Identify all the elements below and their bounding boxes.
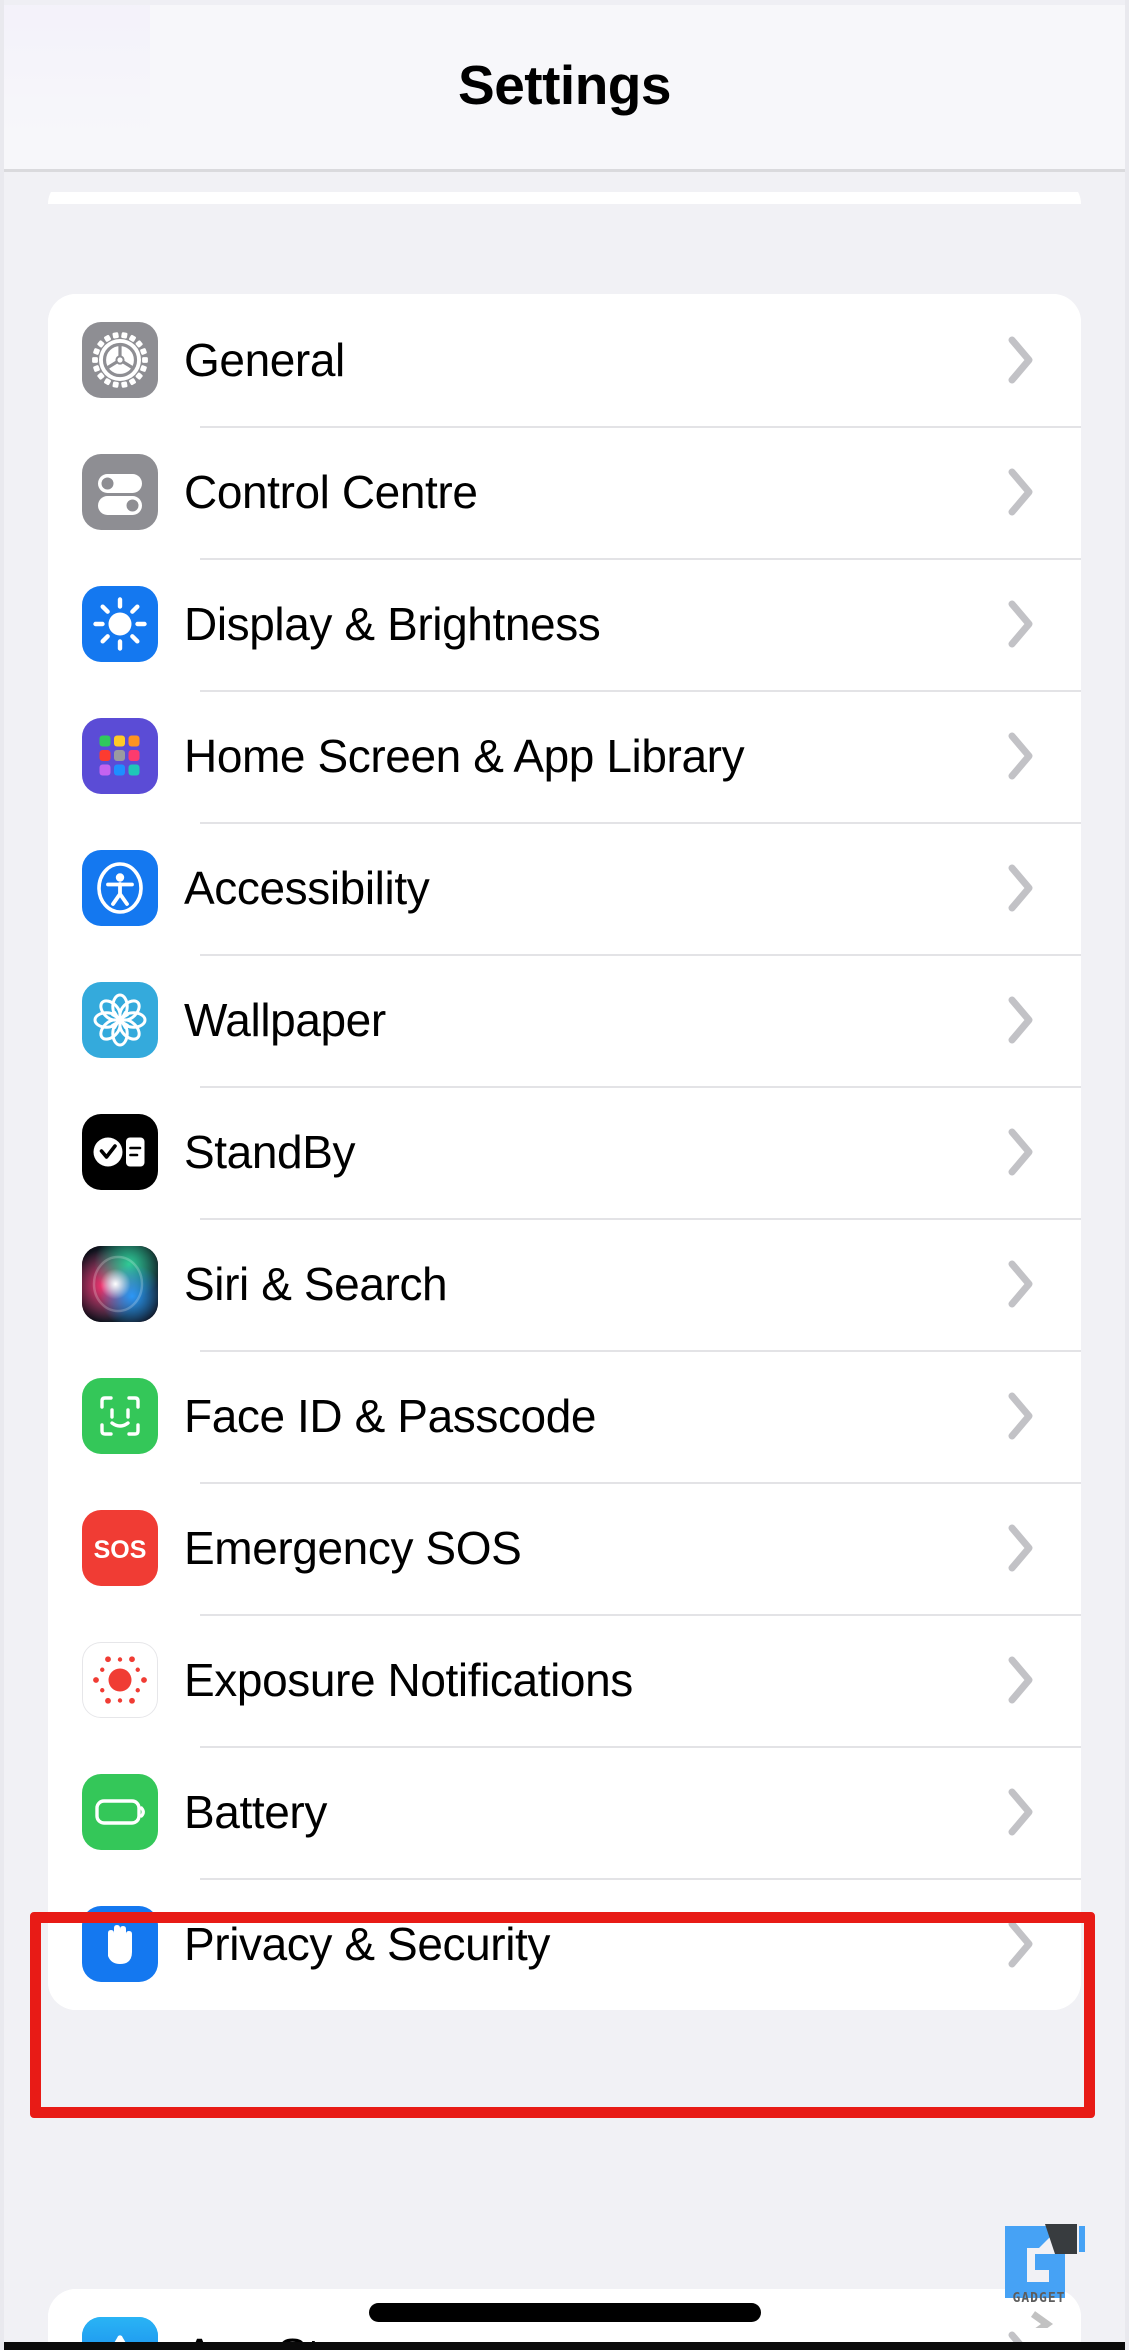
settings-row-siri-and-search[interactable]: Siri & Search <box>48 1218 1081 1350</box>
exposure-notifications-icon <box>82 1642 158 1718</box>
sliders-icon <box>82 454 158 530</box>
settings-row-standby[interactable]: StandBy <box>48 1086 1081 1218</box>
home-indicator[interactable] <box>368 2303 761 2322</box>
settings-row-exposure-notifications[interactable]: Exposure Notifications <box>48 1614 1081 1746</box>
gear-icon <box>82 322 158 398</box>
settings-row-label: Battery <box>184 1786 327 1838</box>
settings-row-wallpaper[interactable]: Wallpaper <box>48 954 1081 1086</box>
chevron-right-icon <box>991 1122 1051 1182</box>
accessibility-person-icon <box>82 850 158 926</box>
chevron-right-icon <box>991 594 1051 654</box>
screen-left-edge <box>0 0 4 2350</box>
settings-row-privacy-and-security[interactable]: Privacy & Security <box>48 1878 1081 2010</box>
chevron-right-icon <box>991 1254 1051 1314</box>
page-title: Settings <box>458 53 671 116</box>
chevron-right-icon <box>991 726 1051 786</box>
settings-row-label: Wallpaper <box>184 994 386 1046</box>
screen-right-edge <box>1125 0 1129 2350</box>
standby-clock-widget-icon <box>82 1114 158 1190</box>
brightness-sun-icon <box>82 586 158 662</box>
face-id-icon <box>82 1378 158 1454</box>
settings-row-label: General <box>184 334 345 386</box>
settings-row-general[interactable]: General <box>48 294 1081 426</box>
settings-row-home-screen-and-app-library[interactable]: Home Screen & App Library <box>48 690 1081 822</box>
siri-orb-icon <box>82 1246 158 1322</box>
settings-row-face-id-and-passcode[interactable]: Face ID & Passcode <box>48 1350 1081 1482</box>
settings-row-emergency-sos[interactable]: SOS Emergency SOS <box>48 1482 1081 1614</box>
privacy-hand-icon <box>82 1906 158 1982</box>
settings-row-label: Control Centre <box>184 466 478 518</box>
settings-row-label: Face ID & Passcode <box>184 1390 597 1442</box>
sos-icon: SOS <box>82 1510 158 1586</box>
chevron-right-icon <box>991 1782 1051 1842</box>
settings-row-battery[interactable]: Battery <box>48 1746 1081 1878</box>
wallpaper-flower-icon <box>82 982 158 1058</box>
settings-row-label: Accessibility <box>184 862 430 914</box>
settings-row-display-and-brightness[interactable]: Display & Brightness <box>48 558 1081 690</box>
chevron-right-icon <box>991 858 1051 918</box>
settings-row-label: Emergency SOS <box>184 1522 522 1574</box>
settings-row-label: Siri & Search <box>184 1258 448 1310</box>
settings-scroll-area[interactable]: General Control Centre Display & Brightn… <box>0 172 1129 2350</box>
scroll-top-mask <box>0 172 1129 192</box>
settings-screen: Settings General Control Centre Display … <box>0 0 1129 2350</box>
settings-row-label: Privacy & Security <box>184 1918 551 1970</box>
chevron-right-icon <box>991 1914 1051 1974</box>
settings-row-control-centre[interactable]: Control Centre <box>48 426 1081 558</box>
chevron-right-icon <box>991 1650 1051 1710</box>
settings-row-label: StandBy <box>184 1126 356 1178</box>
chevron-right-icon <box>991 330 1051 390</box>
settings-row-label: Exposure Notifications <box>184 1654 633 1706</box>
battery-icon <box>82 1774 158 1850</box>
chevron-right-icon <box>991 990 1051 1050</box>
chevron-right-icon <box>991 462 1051 522</box>
status-bar-strip <box>0 0 1129 5</box>
settings-row-accessibility[interactable]: Accessibility <box>48 822 1081 954</box>
settings-row-label: Home Screen & App Library <box>184 730 745 782</box>
chevron-right-icon <box>991 1386 1051 1446</box>
screen-bottom-edge <box>0 2342 1129 2350</box>
navigation-bar: Settings <box>0 0 1129 172</box>
settings-row-label: Display & Brightness <box>184 598 601 650</box>
navbar-tint-overlay <box>0 5 150 135</box>
gadget-watermark: GADGET <box>993 2220 1085 2337</box>
app-grid-icon <box>82 718 158 794</box>
svg-text:SOS: SOS <box>94 1536 147 1564</box>
settings-group-main: General Control Centre Display & Brightn… <box>48 294 1081 2010</box>
chevron-right-icon <box>991 1518 1051 1578</box>
watermark-label: GADGET <box>1012 2291 1066 2306</box>
